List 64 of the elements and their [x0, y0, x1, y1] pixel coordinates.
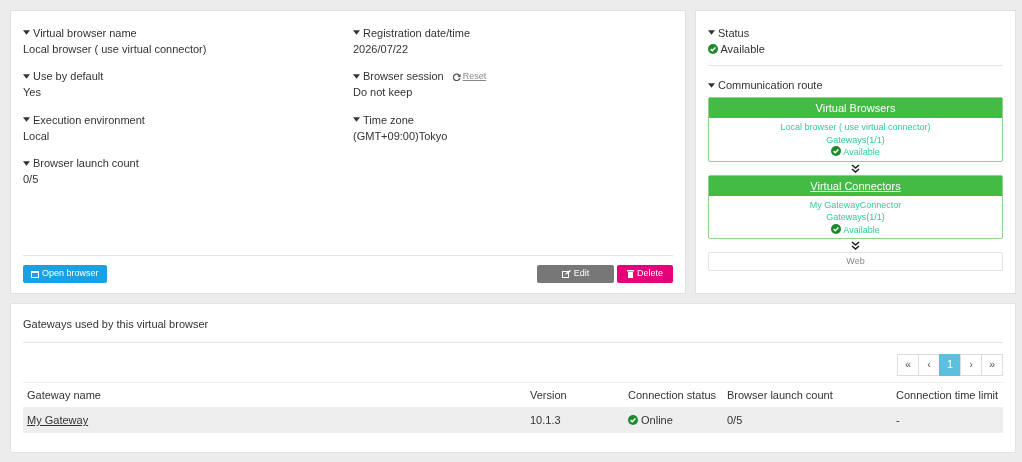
section-title: Gateways used by this virtual browser	[23, 316, 1003, 343]
field-label: Use by default	[33, 69, 104, 84]
field-value: Local browser ( use virtual connector)	[23, 41, 208, 57]
check-circle-icon	[628, 415, 638, 425]
column-header: Connection status	[624, 382, 723, 408]
open-browser-button[interactable]: Open browser	[23, 265, 107, 283]
page-button[interactable]: ›	[960, 353, 982, 376]
caret-icon	[23, 30, 30, 35]
caret-icon	[353, 73, 360, 79]
field-label: Execution environment	[33, 112, 145, 128]
table-cell: 0/5	[723, 407, 892, 433]
caret-icon	[23, 73, 30, 79]
double-chevron-down-icon	[851, 241, 860, 250]
field-value: Yes	[23, 85, 42, 100]
caret-icon	[353, 117, 360, 122]
status-text: Online	[641, 414, 673, 426]
double-chevron-down-icon	[851, 163, 860, 173]
check-circle-icon	[831, 146, 842, 156]
column-header: Browser launch count	[723, 382, 892, 408]
table-cell: -	[892, 407, 1003, 433]
caret-icon	[353, 30, 360, 35]
field-value: 0/5	[23, 172, 40, 187]
field-value: Local	[23, 128, 51, 144]
check-circle-icon	[708, 43, 718, 54]
column-header: Connection time limit	[892, 382, 1003, 408]
status-text: Available	[720, 42, 765, 55]
field-label: Browser session	[363, 69, 444, 84]
column-header: Gateway name	[23, 382, 526, 408]
caret-icon	[23, 160, 30, 166]
edit-button[interactable]: Edit	[537, 265, 614, 283]
gateway-link[interactable]: My Gateway	[27, 414, 89, 426]
window-icon	[31, 270, 39, 278]
caret-icon	[708, 30, 715, 35]
field-label: Virtual browser name	[33, 25, 137, 41]
field-value: (GMT+09:00)Tokyo	[353, 128, 449, 144]
check-circle-icon	[831, 223, 842, 234]
route-endpoint: Web	[708, 252, 1003, 271]
page-button[interactable]: ‹	[918, 353, 940, 376]
edit-icon	[561, 270, 571, 278]
node-title[interactable]: Virtual Connectors	[709, 175, 1002, 196]
caret-icon	[708, 82, 715, 88]
field-label: Status	[718, 25, 750, 41]
node-text: Local browser ( use virtual connector)	[780, 122, 931, 132]
node-text: Gateways(1/1)	[826, 212, 885, 222]
page-button[interactable]: »	[981, 353, 1003, 376]
node-text: My GatewayConnector	[809, 199, 902, 210]
field-value: 2026/07/22	[353, 41, 410, 57]
column-header: Version	[526, 382, 624, 408]
node-status: Available	[843, 147, 880, 157]
page-button[interactable]: «	[897, 353, 919, 376]
caret-icon	[23, 117, 30, 122]
reset-link[interactable]: Reset	[452, 68, 487, 84]
field-label: Registration date/time	[363, 25, 470, 41]
delete-button[interactable]: Delete	[617, 265, 673, 283]
trash-icon	[627, 270, 634, 278]
refresh-icon	[452, 72, 461, 81]
field-label: Communication route	[718, 78, 823, 93]
node-status: Available	[843, 224, 880, 235]
field-value: Do not keep	[353, 85, 414, 100]
node-text: Gateways(1/1)	[826, 134, 885, 145]
field-label: Browser launch count	[33, 156, 139, 171]
table-cell: 10.1.3	[526, 407, 624, 433]
field-label: Time zone	[363, 112, 414, 128]
node-title: Virtual Browsers	[709, 98, 1002, 118]
